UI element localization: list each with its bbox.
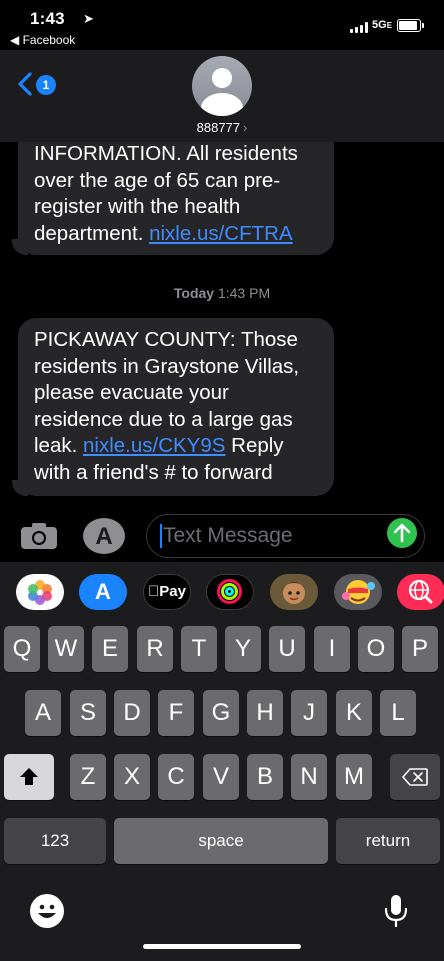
key-o[interactable]: O <box>358 626 394 672</box>
fitness-app-icon[interactable] <box>206 574 254 610</box>
conversation-header: 1 888777 › <box>0 50 444 142</box>
delete-key[interactable] <box>390 754 440 800</box>
contact-avatar[interactable] <box>192 56 252 116</box>
key-q[interactable]: Q <box>4 626 40 672</box>
key-f[interactable]: F <box>158 690 194 736</box>
shift-key[interactable] <box>4 754 54 800</box>
backspace-icon <box>402 768 428 786</box>
key-n[interactable]: N <box>291 754 327 800</box>
battery-icon <box>397 19 424 32</box>
key-c[interactable]: C <box>158 754 194 800</box>
message-thread[interactable]: INFORMATION. All residents over the age … <box>0 142 444 510</box>
key-m[interactable]: M <box>336 754 372 800</box>
key-b[interactable]: B <box>247 754 283 800</box>
key-l[interactable]: L <box>380 690 416 736</box>
arrow-up-icon <box>393 523 411 543</box>
back-button[interactable]: 1 <box>18 70 60 100</box>
home-indicator[interactable] <box>143 944 301 949</box>
status-bar: 1:43 ➤ ◀ Facebook 5GE <box>0 0 444 50</box>
key-p[interactable]: P <box>402 626 438 672</box>
emoji-key[interactable] <box>30 894 64 928</box>
space-key[interactable]: space <box>114 818 328 864</box>
cellular-signal-icon <box>350 22 370 33</box>
microphone-icon <box>384 895 408 927</box>
message-timestamp: Today 1:43 PM <box>173 285 271 301</box>
message-placeholder: Text Message <box>163 524 293 547</box>
key-v[interactable]: V <box>203 754 239 800</box>
keyboard: Q W E R T Y U I O P A S D F G H J K L Z … <box>0 626 444 961</box>
apple-pay-app-icon[interactable]: Pay <box>143 574 191 610</box>
key-e[interactable]: E <box>92 626 128 672</box>
message-bubble[interactable]: INFORMATION. All residents over the age … <box>12 142 334 255</box>
return-key[interactable]: return <box>336 818 440 864</box>
send-button[interactable] <box>387 518 417 548</box>
key-h[interactable]: H <box>247 690 283 736</box>
camera-icon <box>21 523 57 549</box>
key-w[interactable]: W <box>48 626 84 672</box>
contact-name[interactable]: 888777 › <box>0 120 444 135</box>
chevron-left-icon <box>18 72 32 96</box>
clock: 1:43 <box>30 9 65 28</box>
chevron-right-icon: › <box>243 120 248 135</box>
shift-arrow-icon <box>20 768 38 785</box>
message-input[interactable]: Text Message <box>146 514 425 558</box>
key-s[interactable]: S <box>70 690 106 736</box>
back-to-app-link[interactable]: ◀ Facebook <box>10 33 75 47</box>
app-store-icon: A <box>95 523 113 550</box>
key-z[interactable]: Z <box>70 754 106 800</box>
key-u[interactable]: U <box>269 626 305 672</box>
location-arrow-icon: ➤ <box>83 11 94 26</box>
compose-bar: A Text Message <box>0 510 444 562</box>
imessage-app-strip: A Pay <box>0 562 444 626</box>
memoji-app-icon[interactable] <box>270 574 318 610</box>
text-caret <box>160 524 162 548</box>
emoji-icon <box>38 904 56 918</box>
key-t[interactable]: T <box>181 626 217 672</box>
camera-button[interactable] <box>20 522 58 550</box>
globe-search-icon <box>408 579 433 604</box>
key-j[interactable]: J <box>291 690 327 736</box>
message-link[interactable]: nixle.us/CKY9S <box>83 434 225 457</box>
web-search-app-icon[interactable] <box>397 574 444 610</box>
key-r[interactable]: R <box>137 626 173 672</box>
message-bubble[interactable]: PICKAWAY COUNTY: Those residents in Gray… <box>12 318 334 496</box>
network-type: 5GE <box>372 19 393 31</box>
key-y[interactable]: Y <box>225 626 261 672</box>
memoji-stickers-app-icon[interactable] <box>334 574 382 610</box>
key-k[interactable]: K <box>336 690 372 736</box>
photos-app-icon[interactable] <box>16 574 64 610</box>
dictation-button[interactable] <box>383 894 409 930</box>
key-g[interactable]: G <box>203 690 239 736</box>
apps-button[interactable]: A <box>83 518 125 554</box>
message-link[interactable]: nixle.us/CFTRA <box>149 222 293 245</box>
app-store-app-icon[interactable]: A <box>79 574 127 610</box>
key-a[interactable]: A <box>25 690 61 736</box>
key-d[interactable]: D <box>114 690 150 736</box>
key-i[interactable]: I <box>314 626 350 672</box>
key-x[interactable]: X <box>114 754 150 800</box>
numbers-key[interactable]: 123 <box>4 818 106 864</box>
unread-count-badge: 1 <box>36 75 56 95</box>
